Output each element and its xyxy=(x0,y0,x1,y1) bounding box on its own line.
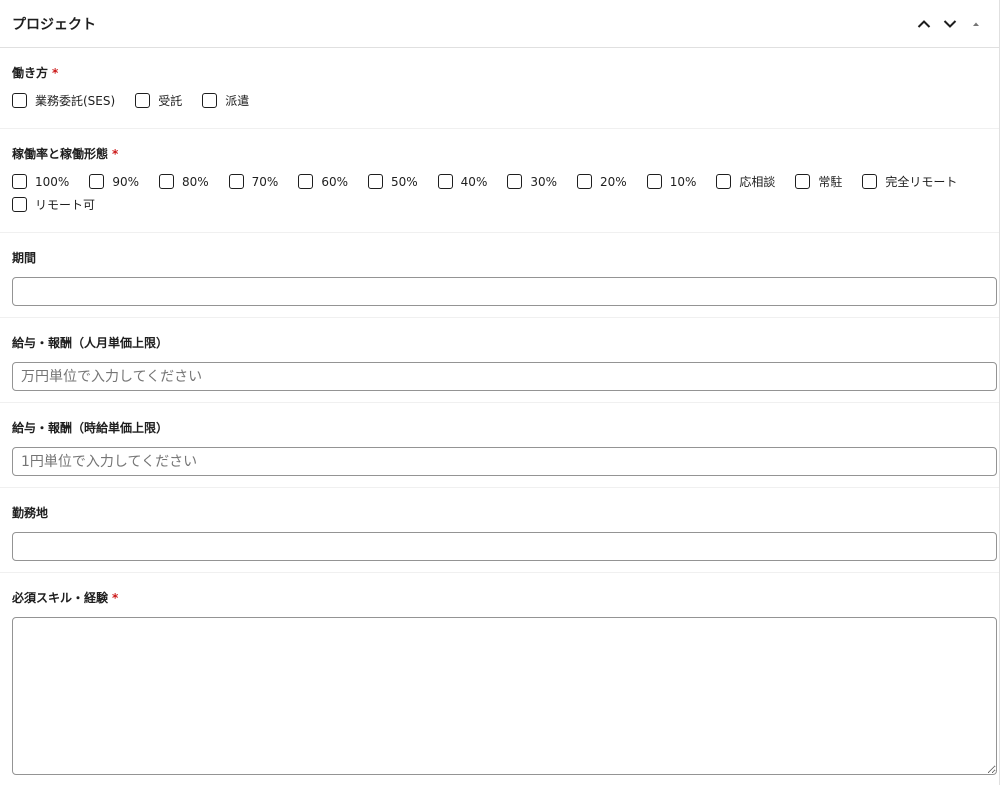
checkbox-box[interactable] xyxy=(646,174,662,189)
checkbox-box[interactable] xyxy=(12,93,27,108)
required-mark: * xyxy=(52,66,59,80)
utilization-options: 100% 90% 80% 70% 60% 50% 40% 30% 20% 10%… xyxy=(12,173,996,213)
checkbox-box[interactable] xyxy=(12,174,27,189)
checkbox-negotiable[interactable]: 応相談 xyxy=(716,173,775,190)
location-field: 勤務地 xyxy=(0,488,999,573)
hourly-pay-label: 給与・報酬（時給単価上限） xyxy=(12,421,169,435)
monthly-pay-field: 給与・報酬（人月単価上限） xyxy=(0,318,999,403)
monthly-pay-input[interactable] xyxy=(12,362,997,391)
period-field: 期間 xyxy=(0,233,999,318)
checkbox-10[interactable]: 10% xyxy=(646,173,696,190)
work-style-field: 働き方 * 業務委託(SES) 受託 派遣 xyxy=(0,48,999,129)
checkbox-ses[interactable]: 業務委託(SES) xyxy=(12,92,115,109)
checkbox-remote-ok[interactable]: リモート可 xyxy=(12,196,95,213)
utilization-label: 稼働率と稼働形態 * xyxy=(12,147,119,161)
hourly-pay-field: 給与・報酬（時給単価上限） xyxy=(0,403,999,488)
checkbox-box[interactable] xyxy=(795,174,811,189)
required-mark: * xyxy=(112,591,119,605)
checkbox-box[interactable] xyxy=(862,174,878,189)
skills-field: 必須スキル・経験 * xyxy=(0,573,999,785)
checkbox-box[interactable] xyxy=(89,174,105,189)
checkbox-box[interactable] xyxy=(202,93,218,108)
project-panel: プロジェクト 働き方 * 業務委託(SES) 受託 派遣 稼働率と稼働形態 * 10… xyxy=(0,0,1000,785)
checkbox-90[interactable]: 90% xyxy=(89,173,139,190)
panel-header: プロジェクト xyxy=(0,0,999,48)
checkbox-box[interactable] xyxy=(716,174,732,189)
required-mark: * xyxy=(112,147,119,161)
checkbox-dispatch[interactable]: 派遣 xyxy=(202,92,249,109)
checkbox-box[interactable] xyxy=(228,174,244,189)
checkbox-70[interactable]: 70% xyxy=(228,173,278,190)
checkbox-box[interactable] xyxy=(437,174,453,189)
location-label: 勤務地 xyxy=(12,506,49,520)
hourly-pay-input[interactable] xyxy=(12,447,997,476)
skills-textarea[interactable] xyxy=(12,617,997,775)
location-input[interactable] xyxy=(12,532,997,561)
work-style-label: 働き方 * xyxy=(12,66,59,80)
work-style-options: 業務委託(SES) 受託 派遣 xyxy=(12,92,996,109)
monthly-pay-label: 給与・報酬（人月単価上限） xyxy=(12,336,169,350)
checkbox-box[interactable] xyxy=(135,93,151,108)
utilization-field: 稼働率と稼働形態 * 100% 90% 80% 70% 60% 50% 40% 3… xyxy=(0,129,999,233)
checkbox-30[interactable]: 30% xyxy=(507,173,557,190)
checkbox-60[interactable]: 60% xyxy=(298,173,348,190)
period-label: 期間 xyxy=(12,251,37,265)
checkbox-box[interactable] xyxy=(368,174,383,189)
checkbox-box[interactable] xyxy=(507,174,523,189)
chevron-down-icon[interactable] xyxy=(939,13,961,35)
chevron-up-icon[interactable] xyxy=(913,13,935,35)
checkbox-20[interactable]: 20% xyxy=(577,173,627,190)
triangle-up-icon[interactable] xyxy=(965,13,987,35)
checkbox-40[interactable]: 40% xyxy=(437,173,487,190)
checkbox-box[interactable] xyxy=(158,174,174,189)
checkbox-100[interactable]: 100% xyxy=(12,173,69,190)
period-input[interactable] xyxy=(12,277,997,306)
checkbox-contract[interactable]: 受託 xyxy=(135,92,182,109)
skills-label: 必須スキル・経験 * xyxy=(12,591,119,605)
checkbox-box[interactable] xyxy=(577,174,593,189)
checkbox-80[interactable]: 80% xyxy=(158,173,209,190)
panel-title: プロジェクト xyxy=(12,16,96,33)
checkbox-box[interactable] xyxy=(298,174,314,189)
checkbox-onsite[interactable]: 常駐 xyxy=(795,173,842,190)
checkbox-50[interactable]: 50% xyxy=(368,173,418,190)
checkbox-box[interactable] xyxy=(12,197,27,212)
panel-header-actions xyxy=(913,13,987,35)
checkbox-full-remote[interactable]: 完全リモート xyxy=(862,173,957,190)
